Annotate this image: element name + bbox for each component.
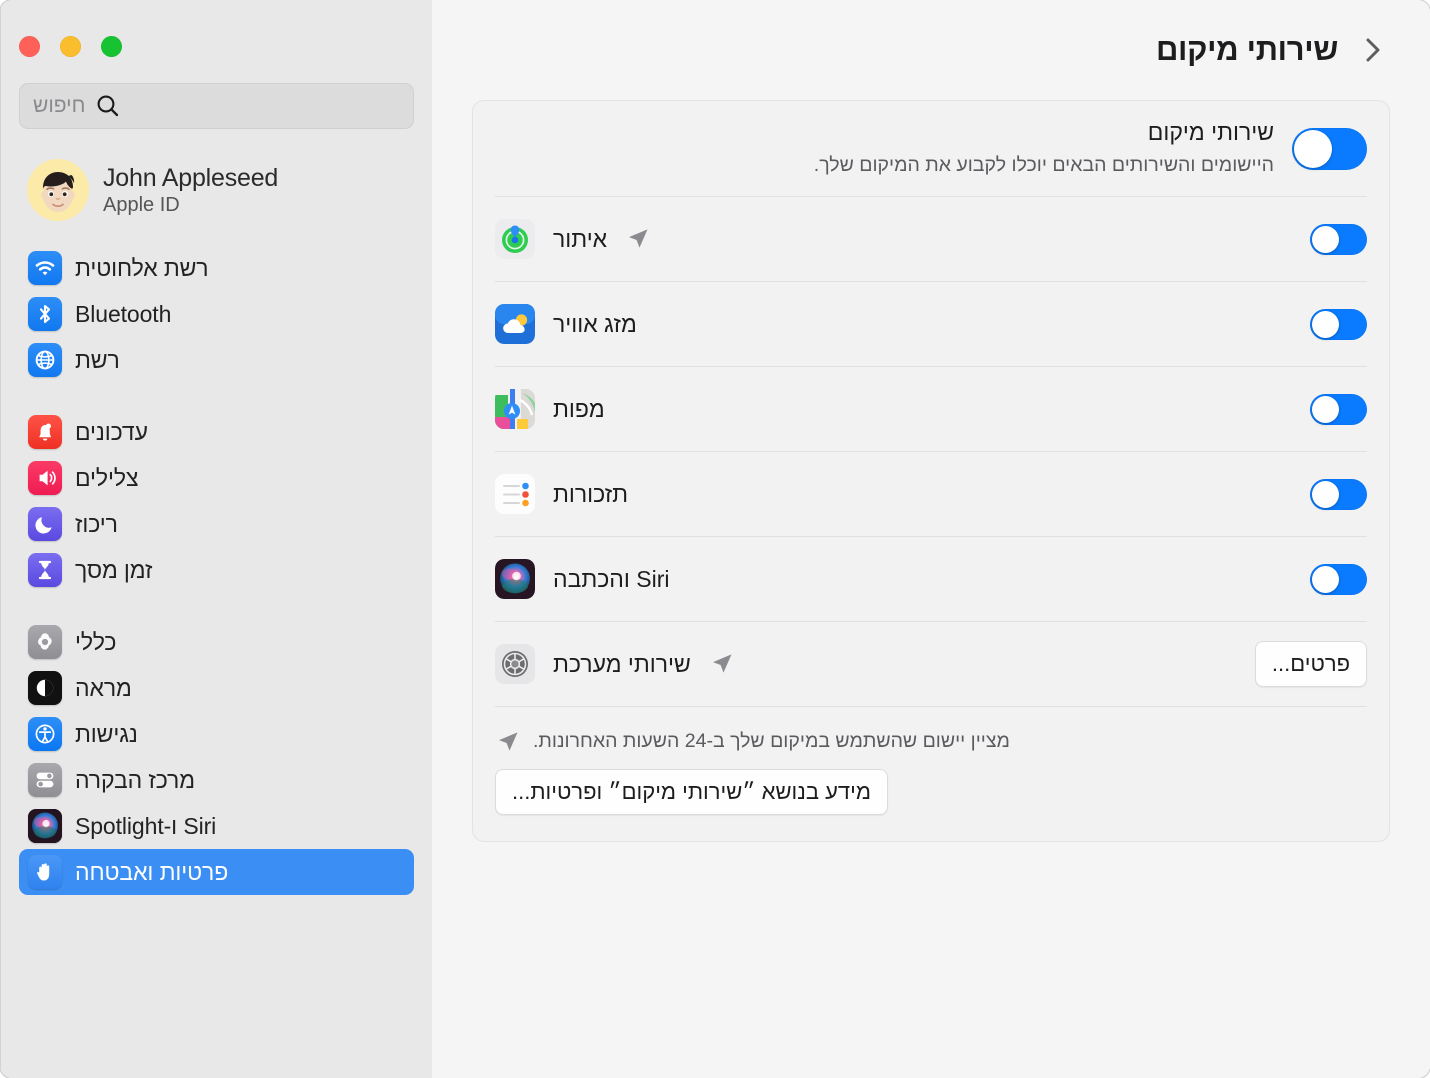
accessibility-icon <box>28 717 62 751</box>
system-services-gear-icon <box>495 644 535 684</box>
app-label: מפות <box>553 395 605 422</box>
app-toggle-find-my[interactable] <box>1310 223 1367 255</box>
sidebar-item-notifications[interactable]: עדכונים <box>19 409 414 455</box>
location-arrow-icon <box>709 651 735 677</box>
app-row: מפות <box>473 367 1389 451</box>
sidebar-item-control-center[interactable]: מרכז הבקרה <box>19 757 414 803</box>
sound-speaker-icon <box>28 461 62 495</box>
control-center-icon <box>28 763 62 797</box>
sidebar-item-privacy-security[interactable]: פרטיות ואבטחה <box>19 849 414 895</box>
app-row: פרטים... שירותי מערכת <box>473 622 1389 706</box>
app-row: מזג אוויר <box>473 282 1389 366</box>
location-arrow-icon <box>625 226 651 252</box>
sidebar-item-label: נגישות <box>75 720 138 747</box>
master-texts: שירותי מיקום היישומים והשירותים הבאים יו… <box>495 119 1274 177</box>
find-my-icon <box>495 219 535 259</box>
weather-icon <box>495 304 535 344</box>
sidebar-group-system-alerts: עדכונים צלילים ריכוז זמן מסך <box>19 409 414 593</box>
general-gear-icon <box>28 625 62 659</box>
location-arrow-icon <box>495 729 521 755</box>
master-title: שירותי מיקום <box>1147 119 1274 146</box>
sidebar-item-bluetooth[interactable]: Bluetooth <box>19 291 414 337</box>
app-row: איתור <box>473 197 1389 281</box>
app-row: תזכורות <box>473 452 1389 536</box>
sidebar-item-label: פרטיות ואבטחה <box>75 858 229 885</box>
maps-icon <box>495 389 535 429</box>
memoji-avatar-icon <box>27 159 89 221</box>
close-button[interactable] <box>19 36 40 57</box>
app-row: Siri והכתבה <box>473 537 1389 621</box>
sidebar-item-label: כללי <box>75 628 117 655</box>
app-toggle-reminders[interactable] <box>1310 478 1367 510</box>
footnote-row: מציין יישום שהשתמש במיקום שלך ב-24 השעות… <box>473 707 1389 755</box>
siri-icon <box>495 559 535 599</box>
sidebar-item-wifi[interactable]: רשת אלחוטית <box>19 245 414 291</box>
app-toggle-weather[interactable] <box>1310 308 1367 340</box>
siri-icon <box>28 809 62 843</box>
app-label: Siri והכתבה <box>553 565 670 592</box>
sidebar-item-label: מראה <box>75 674 132 701</box>
bluetooth-icon <box>28 297 62 331</box>
sidebar-item-label: רשת <box>75 346 120 373</box>
breadcrumb: שירותי מיקום <box>472 0 1390 100</box>
privacy-hand-icon <box>28 855 62 889</box>
sidebar-item-label: עדכונים <box>75 418 148 445</box>
page-title: שירותי מיקום <box>1156 32 1338 67</box>
sidebar-item-accessibility[interactable]: נגישות <box>19 711 414 757</box>
sidebar: חיפוש John Appleseed Apple ID רשת אלחוטי… <box>0 0 432 1078</box>
sidebar-item-focus[interactable]: ריכוז <box>19 501 414 547</box>
sidebar-group-general: כללי מראה נגישות מרכז הבקרה Siri ו-Spotl… <box>19 619 414 895</box>
search-container: חיפוש <box>19 83 414 129</box>
sidebar-item-appearance[interactable]: מראה <box>19 665 414 711</box>
app-toggle-maps[interactable] <box>1310 393 1367 425</box>
account-name: John Appleseed <box>103 163 279 192</box>
account-row[interactable]: John Appleseed Apple ID <box>19 153 414 227</box>
search-placeholder: חיפוש <box>33 94 86 117</box>
network-globe-icon <box>28 343 62 377</box>
info-button-row: מידע בנושא ״שירותי מיקום״ ופרטיות... <box>473 755 1389 841</box>
notifications-bell-icon <box>28 415 62 449</box>
sidebar-item-label: מרכז הבקרה <box>75 766 195 793</box>
system-services-details-button[interactable]: פרטים... <box>1254 641 1367 687</box>
appearance-contrast-icon <box>28 671 62 705</box>
sidebar-item-sound[interactable]: צלילים <box>19 455 414 501</box>
location-privacy-info-button[interactable]: מידע בנושא ״שירותי מיקום״ ופרטיות... <box>495 769 888 815</box>
sidebar-item-network[interactable]: רשת <box>19 337 414 383</box>
footnote-text: מציין יישום שהשתמש במיקום שלך ב-24 השעות… <box>533 730 1010 752</box>
sidebar-item-siri-spotlight[interactable]: Siri ו-Spotlight <box>19 803 414 849</box>
master-description: היישומים והשירותים הבאים יוכלו לקבוע את … <box>813 154 1274 177</box>
master-toggle-row: שירותי מיקום היישומים והשירותים הבאים יו… <box>473 101 1389 196</box>
sidebar-item-label: רשת אלחוטית <box>75 254 209 281</box>
account-subtitle: Apple ID <box>103 193 180 216</box>
app-toggle-siri-dictation[interactable] <box>1310 563 1367 595</box>
app-label: מזג אוויר <box>553 310 637 337</box>
app-label: תזכורות <box>553 480 629 507</box>
sidebar-item-label: צלילים <box>75 464 139 491</box>
account-text: John Appleseed Apple ID <box>103 164 278 216</box>
app-label: איתור <box>553 225 608 252</box>
settings-window: חיפוש John Appleseed Apple ID רשת אלחוטי… <box>0 0 1430 1078</box>
location-services-toggle[interactable] <box>1292 127 1367 170</box>
focus-moon-icon <box>28 507 62 541</box>
traffic-lights <box>19 0 414 57</box>
sidebar-item-screen-time[interactable]: זמן מסך <box>19 547 414 593</box>
main-pane: שירותי מיקום שירותי מיקום היישומים והשיר… <box>432 0 1430 1078</box>
minimize-button[interactable] <box>60 36 81 57</box>
app-label: שירותי מערכת <box>553 650 691 677</box>
screen-time-hourglass-icon <box>28 553 62 587</box>
search-icon <box>98 95 119 117</box>
chevron-forward-icon[interactable] <box>1356 33 1390 67</box>
avatar[interactable] <box>27 159 89 221</box>
search-input[interactable]: חיפוש <box>19 83 414 129</box>
sidebar-item-label: זמן מסך <box>75 556 153 583</box>
reminders-icon <box>495 474 535 514</box>
location-services-card: שירותי מיקום היישומים והשירותים הבאים יו… <box>472 100 1390 842</box>
wifi-icon <box>28 251 62 285</box>
sidebar-item-label: Siri ו-Spotlight <box>75 812 217 839</box>
sidebar-item-label: Bluetooth <box>75 300 172 327</box>
sidebar-group-connectivity: רשת אלחוטית Bluetooth רשת <box>19 245 414 383</box>
sidebar-item-general[interactable]: כללי <box>19 619 414 665</box>
maximize-button[interactable] <box>101 36 122 57</box>
sidebar-item-label: ריכוז <box>75 510 118 537</box>
